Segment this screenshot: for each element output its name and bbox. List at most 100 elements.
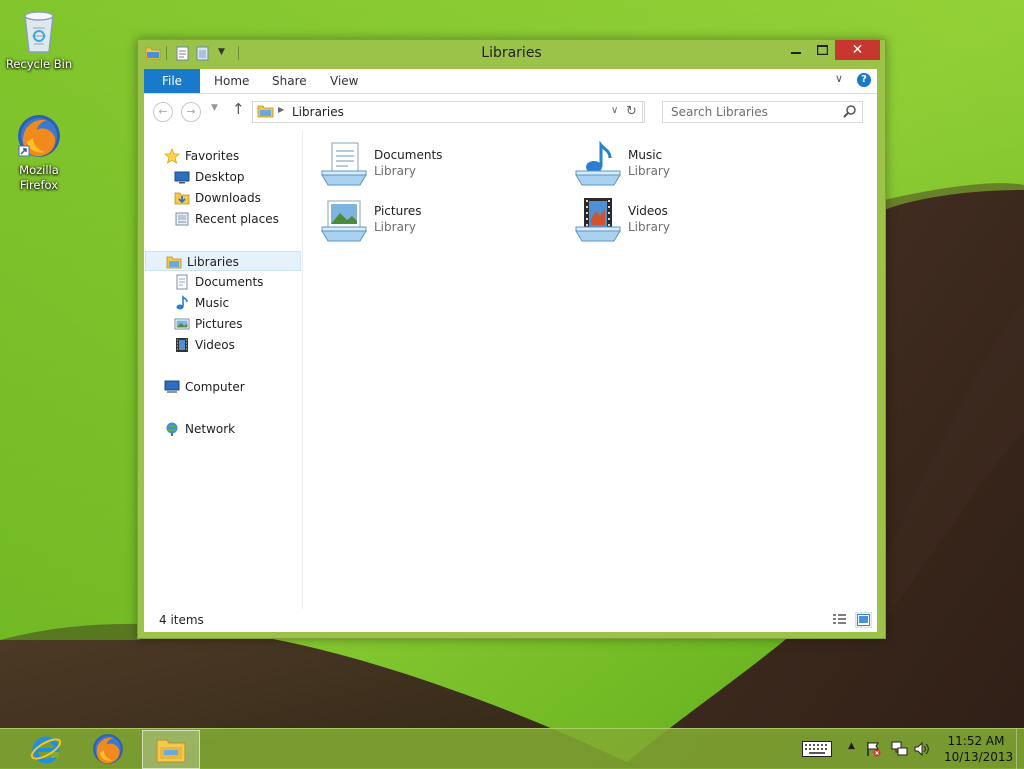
clock-time[interactable]: 11:52 AM (947, 734, 1005, 748)
file-explorer-window: ▼ Libraries ✕ File Home Share View ∨ ? ←… (137, 39, 886, 639)
chevron-down-icon[interactable]: ∨ (611, 105, 618, 116)
nav-item-label: Desktop (195, 170, 245, 184)
up-arrow-icon[interactable]: ↑ (232, 100, 245, 118)
tab-view[interactable]: View (330, 69, 358, 93)
nav-item-label: Documents (195, 275, 264, 289)
tab-home[interactable]: Home (214, 69, 249, 93)
libraries-icon (166, 256, 182, 269)
nav-item-label: Network (185, 422, 236, 436)
minimize-button[interactable] (783, 40, 809, 60)
breadcrumb[interactable]: Libraries (292, 105, 344, 119)
nav-item-desktop[interactable]: Desktop (144, 167, 300, 187)
window-client-area: File Home Share View ∨ ? ← → ▼ ↑ ▶ Libra… (144, 69, 877, 632)
tab-file[interactable]: File (144, 69, 200, 93)
navigation-pane: Favorites Desktop Downloads Recent place… (144, 131, 303, 609)
taskbar-internet-explorer[interactable] (17, 729, 75, 769)
arrow-left-icon: ← (158, 105, 168, 118)
music-icon (176, 295, 188, 310)
documents-library-icon (321, 142, 367, 186)
nav-item-favorites[interactable]: Favorites (144, 146, 300, 166)
minimize-icon (791, 52, 801, 54)
volume-icon[interactable] (914, 742, 930, 756)
library-type: Library (628, 220, 670, 234)
nav-item-label: Computer (185, 380, 245, 394)
arrow-right-icon: → (186, 105, 196, 118)
tab-share[interactable]: Share (272, 69, 307, 93)
nav-item-pictures[interactable]: Pictures (144, 314, 300, 334)
address-bar[interactable]: ▶ Libraries ∨ (252, 101, 645, 123)
taskbar-firefox[interactable] (79, 729, 137, 769)
library-item-pictures[interactable]: Pictures Library (304, 193, 544, 245)
forward-button[interactable]: → (181, 102, 201, 122)
maximize-icon (816, 45, 828, 55)
nav-item-network[interactable]: Network (144, 419, 300, 439)
network-icon (166, 422, 178, 436)
file-explorer-icon (156, 739, 186, 762)
recent-locations-icon[interactable]: ▼ (211, 103, 218, 113)
search-icon[interactable] (843, 105, 856, 118)
large-icons-view-icon (857, 614, 870, 626)
libraries-icon (257, 105, 274, 118)
firefox-icon (18, 115, 60, 157)
close-button[interactable]: ✕ (835, 40, 880, 60)
expand-ribbon-icon[interactable]: ∨ (835, 72, 843, 85)
content-pane: Documents Library Music Library Pictures… (304, 131, 877, 609)
title-bar[interactable]: ▼ Libraries ✕ (138, 40, 885, 69)
window-title: Libraries (481, 45, 542, 61)
recent-places-icon (175, 212, 189, 226)
videos-library-icon (575, 198, 621, 242)
recycle-bin-icon (24, 11, 54, 53)
nav-item-label: Favorites (185, 149, 240, 163)
firefox-icon (93, 734, 123, 764)
clock-date[interactable]: 10/13/2013 (944, 750, 1013, 764)
help-button[interactable]: ? (857, 73, 871, 87)
refresh-button[interactable]: ↻ (621, 101, 643, 123)
library-name: Music (628, 148, 663, 162)
library-name: Documents (374, 148, 443, 162)
library-name: Pictures (374, 204, 422, 218)
nav-item-videos[interactable]: Videos (144, 335, 300, 355)
search-input[interactable]: Search Libraries (671, 105, 768, 119)
nav-item-label: Recent places (195, 212, 279, 226)
nav-item-label: Videos (195, 338, 235, 352)
desktop-icon-recycle-bin[interactable]: Recycle Bin (1, 6, 77, 72)
library-item-documents[interactable]: Documents Library (304, 137, 544, 189)
nav-item-computer[interactable]: Computer (144, 377, 300, 397)
nav-item-label: Pictures (195, 317, 243, 331)
refresh-icon: ↻ (626, 104, 637, 119)
close-icon: ✕ (851, 42, 864, 58)
taskbar-file-explorer[interactable] (142, 730, 200, 769)
library-type: Library (374, 220, 416, 234)
computer-icon (164, 380, 180, 393)
show-hidden-icons-icon[interactable]: ▲ (848, 741, 855, 751)
search-box[interactable]: Search Libraries (662, 101, 863, 123)
action-center-flag-icon[interactable] (866, 741, 882, 757)
desktop-icon-firefox[interactable]: Mozilla Firefox (1, 112, 77, 193)
pictures-icon (174, 318, 190, 330)
nav-item-libraries[interactable]: Libraries (145, 251, 301, 271)
downloads-icon (174, 192, 190, 205)
touch-keyboard-icon[interactable] (802, 741, 832, 757)
library-item-videos[interactable]: Videos Library (558, 193, 798, 245)
ribbon-tabs: File Home Share View ∨ ? (144, 69, 877, 94)
library-item-music[interactable]: Music Library (558, 137, 798, 189)
nav-item-label: Downloads (195, 191, 261, 205)
back-button[interactable]: ← (153, 102, 173, 122)
nav-item-documents[interactable]: Documents (144, 272, 300, 292)
nav-item-recent-places[interactable]: Recent places (144, 209, 300, 229)
large-icons-view-button[interactable] (855, 612, 872, 628)
breadcrumb-separator-icon[interactable]: ▶ (278, 105, 284, 114)
nav-item-music[interactable]: Music (144, 293, 300, 313)
details-view-icon[interactable] (832, 613, 847, 626)
navigation-bar: ← → ▼ ↑ ▶ Libraries ∨ ↻ Search Libraries (144, 94, 877, 128)
desktop-icon-label: Mozilla Firefox (19, 163, 59, 192)
maximize-button[interactable] (809, 40, 835, 60)
nav-item-downloads[interactable]: Downloads (144, 188, 300, 208)
documents-icon (176, 274, 188, 290)
nav-item-label: Music (195, 296, 230, 310)
internet-explorer-icon (30, 736, 62, 764)
network-status-icon[interactable] (891, 741, 909, 757)
pictures-library-icon (321, 200, 367, 242)
desktop-icon (174, 171, 190, 184)
show-desktop-button[interactable] (1016, 729, 1024, 769)
